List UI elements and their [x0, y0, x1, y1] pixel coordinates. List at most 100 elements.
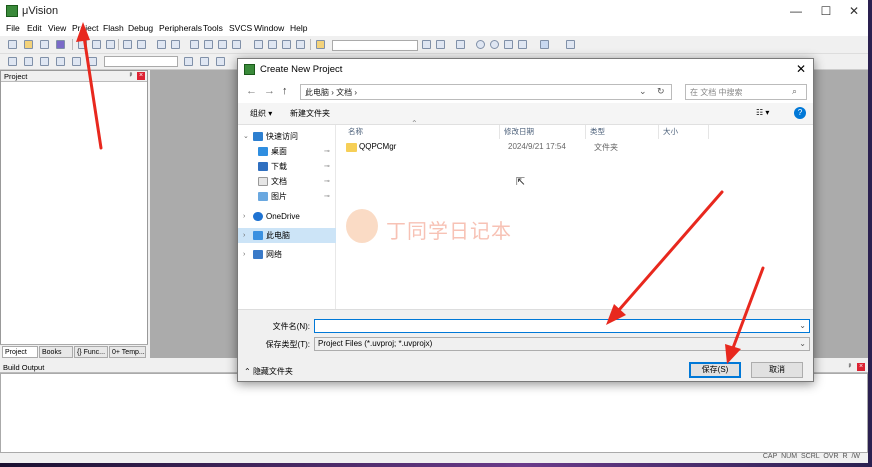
pin-icon[interactable]: ⊸ [324, 144, 330, 159]
address-bar[interactable]: 此电脑 › 文档 › ⌄ ↻ [300, 84, 672, 100]
filetype-select[interactable]: Project Files (*.uvproj; *.uvprojx) ⌄ [314, 337, 810, 351]
find-icon[interactable] [422, 40, 431, 49]
translate-icon[interactable] [8, 57, 17, 66]
chevron-down-icon[interactable]: ⌄ [799, 339, 806, 348]
maximize-button[interactable]: ☐ [812, 2, 840, 20]
breakpoint-kill-icon[interactable] [518, 40, 527, 49]
pin-icon[interactable]: ᵖ [127, 72, 135, 80]
file-date: 2024/9/21 17:54 [508, 142, 566, 151]
nav-back-icon[interactable] [157, 40, 166, 49]
menu-debug[interactable]: Debug [128, 23, 153, 33]
find-in-files-icon[interactable] [316, 40, 325, 49]
undo-icon[interactable] [123, 40, 132, 49]
menu-edit[interactable]: Edit [27, 23, 42, 33]
nav-onedrive[interactable]: › OneDrive [238, 209, 336, 224]
configure-icon[interactable] [566, 40, 575, 49]
tab-templates[interactable]: 0+ Temp... [109, 346, 146, 358]
cancel-button[interactable]: 取消 [751, 362, 803, 378]
close-window-button[interactable]: ✕ [840, 2, 868, 20]
rebuild-icon[interactable] [40, 57, 49, 66]
search-box[interactable]: 在 文档 中搜索 ⌕ [685, 84, 807, 100]
minimize-button[interactable]: — [782, 2, 810, 20]
nav-forward-icon[interactable] [171, 40, 180, 49]
unindent-icon[interactable] [268, 40, 277, 49]
column-date[interactable]: 修改日期 [500, 125, 586, 139]
menu-tools[interactable]: Tools [203, 23, 223, 33]
column-name[interactable]: 名称 [344, 125, 500, 139]
search-icon[interactable]: ⌕ [792, 86, 797, 97]
nav-downloads[interactable]: 下载 ⊸ [238, 159, 336, 174]
pin-icon[interactable]: ⊸ [324, 189, 330, 204]
close-icon[interactable]: × [137, 72, 145, 80]
menu-svcs[interactable]: SVCS [229, 23, 252, 33]
organize-button[interactable]: 组织 ▾ [250, 108, 272, 119]
file-row[interactable]: QQPCMgr 2024/9/21 17:54 文件夹 [344, 141, 724, 155]
bookmark-next-icon[interactable] [218, 40, 227, 49]
download-icon[interactable] [88, 57, 97, 66]
save-button[interactable]: 保存(S) [689, 362, 741, 378]
help-icon[interactable]: ? [794, 107, 806, 119]
nav-this-pc[interactable]: › 此电脑 [238, 228, 336, 243]
nav-quick-access[interactable]: ⌄ 快速访问 [238, 129, 336, 144]
new-folder-button[interactable]: 新建文件夹 [290, 108, 330, 119]
menu-file[interactable]: File [6, 23, 20, 33]
comment-icon[interactable] [282, 40, 291, 49]
window-layout-icon[interactable] [540, 40, 549, 49]
nav-pictures[interactable]: 图片 ⊸ [238, 189, 336, 204]
pin-icon[interactable]: ⊸ [324, 174, 330, 189]
nav-desktop[interactable]: 桌面 ⊸ [238, 144, 336, 159]
target-options-icon[interactable] [184, 57, 193, 66]
bookmark-clear-icon[interactable] [232, 40, 241, 49]
up-arrow-icon[interactable]: ↑ [282, 85, 288, 97]
manage-components-icon[interactable] [200, 57, 209, 66]
pin-icon[interactable]: ⊸ [324, 159, 330, 174]
column-type[interactable]: 类型 [586, 125, 659, 139]
paste-icon[interactable] [106, 40, 115, 49]
breakpoint-disable-icon[interactable] [504, 40, 513, 49]
nav-network[interactable]: › 网络 [238, 247, 336, 262]
new-file-icon[interactable] [8, 40, 17, 49]
uncomment-icon[interactable] [296, 40, 305, 49]
filename-input[interactable]: ⌄ [314, 319, 810, 333]
dialog-close-button[interactable]: ✕ [796, 62, 806, 76]
redo-icon[interactable] [137, 40, 146, 49]
address-dropdown-icon[interactable]: ⌄ [639, 86, 647, 97]
copy-icon[interactable] [92, 40, 101, 49]
nav-documents[interactable]: 文档 ⊸ [238, 174, 336, 189]
breakpoint-icon[interactable] [490, 40, 499, 49]
indent-icon[interactable] [254, 40, 263, 49]
replace-icon[interactable] [436, 40, 445, 49]
pack-installer-icon[interactable] [216, 57, 225, 66]
close-icon[interactable]: × [857, 363, 865, 371]
view-options-button[interactable]: ☷ ▾ [756, 108, 769, 117]
tab-functions[interactable]: {} Func... [74, 346, 108, 358]
refresh-icon[interactable]: ↻ [657, 86, 665, 97]
build-icon[interactable] [24, 57, 33, 66]
target-select[interactable] [104, 56, 178, 67]
debug-start-icon[interactable] [476, 40, 485, 49]
hide-folders-toggle[interactable]: ⌃ 隐藏文件夹 [244, 366, 293, 377]
save-icon[interactable] [40, 40, 49, 49]
menu-window[interactable]: Window [254, 23, 284, 33]
forward-arrow-icon[interactable]: → [264, 85, 275, 97]
menu-flash[interactable]: Flash [103, 23, 124, 33]
bookmark-icon[interactable] [190, 40, 199, 49]
tab-books[interactable]: Books [39, 346, 73, 358]
cut-icon[interactable] [78, 40, 87, 49]
column-size[interactable]: 大小 [659, 125, 709, 139]
batch-build-icon[interactable] [56, 57, 65, 66]
open-file-icon[interactable] [24, 40, 33, 49]
menu-peripherals[interactable]: Peripherals [159, 23, 202, 33]
menu-view[interactable]: View [48, 23, 66, 33]
incremental-find-icon[interactable] [456, 40, 465, 49]
menu-help[interactable]: Help [290, 23, 307, 33]
bookmark-prev-icon[interactable] [204, 40, 213, 49]
pin-icon[interactable]: ᵖ [846, 363, 854, 371]
stop-build-icon[interactable] [72, 57, 81, 66]
chevron-down-icon[interactable]: ⌄ [799, 321, 806, 330]
save-all-icon[interactable] [56, 40, 65, 49]
back-arrow-icon[interactable]: ← [246, 85, 257, 97]
tab-project[interactable]: Project [2, 346, 38, 358]
menu-project[interactable]: Project [72, 23, 98, 33]
find-combo[interactable] [332, 40, 418, 51]
